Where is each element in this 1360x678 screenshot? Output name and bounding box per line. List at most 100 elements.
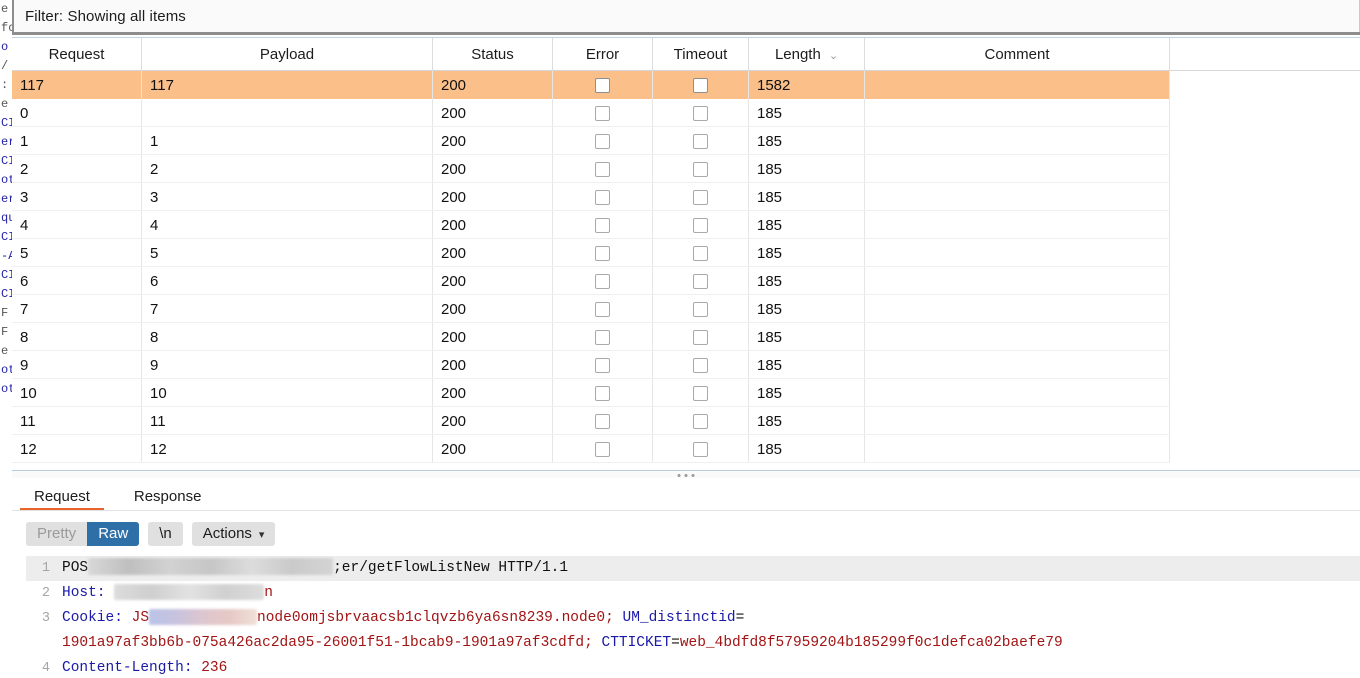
checkbox-icon[interactable] (595, 217, 610, 233)
cell-comment (865, 407, 1170, 435)
column-header-length[interactable]: Length ⌄ (749, 38, 865, 71)
checkbox-icon[interactable] (595, 105, 610, 121)
view-mode-toggle[interactable]: Pretty Raw (26, 522, 140, 546)
cell-error[interactable] (553, 183, 653, 211)
table-row[interactable]: 11 11 200 185 (12, 407, 1360, 435)
checkbox-icon[interactable] (693, 329, 708, 345)
checkbox-icon[interactable] (693, 161, 708, 177)
editor-text (106, 585, 115, 601)
actions-button[interactable]: Actions ▾ (191, 522, 276, 546)
column-header-error[interactable]: Error (553, 38, 653, 71)
table-row[interactable]: 12 12 200 185 (12, 435, 1360, 463)
cell-request: 4 (12, 211, 142, 239)
cell-timeout[interactable] (653, 71, 749, 99)
checkbox-icon[interactable] (595, 273, 610, 289)
cell-error[interactable] (553, 155, 653, 183)
checkbox-icon[interactable] (693, 77, 708, 93)
checkbox-icon[interactable] (693, 245, 708, 261)
request-editor[interactable]: 1 POS ;er/getFlowListNew HTTP/1.1 2 Host: n3… (26, 556, 1360, 678)
cell-error[interactable] (553, 71, 653, 99)
newline-toggle-button[interactable]: \n (148, 522, 183, 546)
checkbox-icon[interactable] (595, 77, 610, 93)
table-row[interactable]: 3 3 200 185 (12, 183, 1360, 211)
cell-error[interactable] (553, 435, 653, 463)
checkbox-icon[interactable] (595, 301, 610, 317)
cell-error[interactable] (553, 267, 653, 295)
checkbox-icon[interactable] (693, 273, 708, 289)
cell-error[interactable] (553, 323, 653, 351)
column-header-timeout[interactable]: Timeout (653, 38, 749, 71)
checkbox-icon[interactable] (595, 133, 610, 149)
table-row[interactable]: 0 200 185 (12, 99, 1360, 127)
checkbox-icon[interactable] (595, 357, 610, 373)
checkbox-icon[interactable] (595, 441, 610, 457)
checkbox-icon[interactable] (693, 357, 708, 373)
table-row[interactable]: 117 117 200 1582 (12, 71, 1360, 99)
chevron-down-icon: ⌄ (828, 50, 839, 62)
checkbox-icon[interactable] (693, 189, 708, 205)
checkbox-icon[interactable] (693, 413, 708, 429)
tab-request[interactable]: Request (12, 488, 112, 511)
cell-error[interactable] (553, 127, 653, 155)
column-header-payload[interactable]: Payload (142, 38, 433, 71)
table-row[interactable]: 2 2 200 185 (12, 155, 1360, 183)
cell-length: 185 (749, 211, 865, 239)
cell-timeout[interactable] (653, 323, 749, 351)
column-header-status[interactable]: Status (433, 38, 553, 71)
cell-timeout[interactable] (653, 155, 749, 183)
cell-error[interactable] (553, 239, 653, 267)
checkbox-icon[interactable] (595, 161, 610, 177)
cell-timeout[interactable] (653, 351, 749, 379)
checkbox-icon[interactable] (595, 245, 610, 261)
table-row[interactable]: 5 5 200 185 (12, 239, 1360, 267)
column-header-label: Length (774, 46, 821, 63)
table-row[interactable]: 8 8 200 185 (12, 323, 1360, 351)
checkbox-icon[interactable] (595, 329, 610, 345)
checkbox-icon[interactable] (595, 189, 610, 205)
cell-error[interactable] (553, 211, 653, 239)
background-text-fragment: er (1, 135, 12, 149)
checkbox-icon[interactable] (693, 133, 708, 149)
table-row[interactable]: 1 1 200 185 (12, 127, 1360, 155)
cell-timeout[interactable] (653, 127, 749, 155)
cell-error[interactable] (553, 99, 653, 127)
cell-timeout[interactable] (653, 267, 749, 295)
table-row[interactable]: 9 9 200 185 (12, 351, 1360, 379)
cell-timeout[interactable] (653, 211, 749, 239)
cell-timeout[interactable] (653, 295, 749, 323)
cell-timeout[interactable] (653, 407, 749, 435)
background-text-fragment: qu (1, 211, 12, 225)
background-text-fragment: / (1, 59, 9, 73)
table-row[interactable]: 6 6 200 185 (12, 267, 1360, 295)
column-header-comment[interactable]: Comment (865, 38, 1170, 71)
checkbox-icon[interactable] (595, 385, 610, 401)
cell-timeout[interactable] (653, 239, 749, 267)
tab-response[interactable]: Response (112, 488, 224, 511)
cell-error[interactable] (553, 407, 653, 435)
cell-request: 11 (12, 407, 142, 435)
checkbox-icon[interactable] (693, 441, 708, 457)
checkbox-icon[interactable] (693, 217, 708, 233)
cell-timeout[interactable] (653, 379, 749, 407)
raw-button[interactable]: Raw (87, 522, 140, 546)
cell-error[interactable] (553, 379, 653, 407)
table-row[interactable]: 4 4 200 185 (12, 211, 1360, 239)
cell-error[interactable] (553, 295, 653, 323)
column-header-request[interactable]: Request (12, 38, 142, 71)
cell-timeout[interactable] (653, 183, 749, 211)
table-row[interactable]: 7 7 200 185 (12, 295, 1360, 323)
table-row[interactable]: 10 10 200 185 (12, 379, 1360, 407)
editor-line: 1 POS ;er/getFlowListNew HTTP/1.1 (26, 556, 1360, 581)
cell-request: 6 (12, 267, 142, 295)
cell-timeout[interactable] (653, 99, 749, 127)
cell-filler (1170, 267, 1360, 295)
checkbox-icon[interactable] (693, 105, 708, 121)
cell-timeout[interactable] (653, 435, 749, 463)
cell-error[interactable] (553, 351, 653, 379)
checkbox-icon[interactable] (693, 385, 708, 401)
checkbox-icon[interactable] (693, 301, 708, 317)
filter-bar[interactable]: Filter: Showing all items (12, 0, 1360, 33)
background-text-fragment: fc (1, 21, 12, 35)
checkbox-icon[interactable] (595, 413, 610, 429)
pretty-button[interactable]: Pretty (26, 522, 88, 546)
